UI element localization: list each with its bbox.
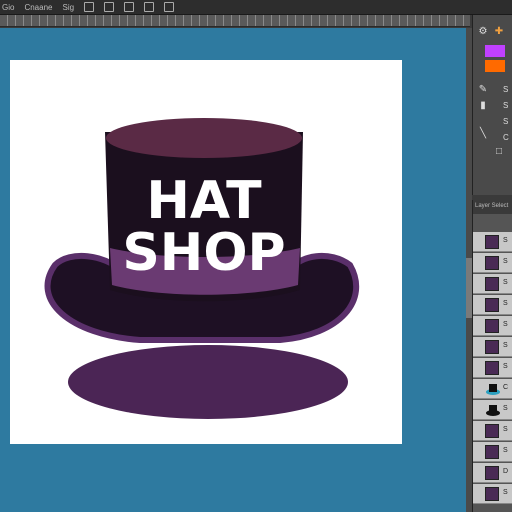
layer-row[interactable]: C bbox=[473, 379, 512, 399]
layer-row[interactable]: D bbox=[473, 463, 512, 483]
pen-icon[interactable]: ✎ bbox=[477, 83, 489, 95]
layer-label: C bbox=[503, 384, 509, 391]
hat-logo-illustration: HAT SHOP bbox=[44, 118, 360, 419]
layer-row[interactable]: S bbox=[473, 253, 512, 273]
layers-header: Layer Select bbox=[473, 200, 512, 214]
settings-icon[interactable]: ⚙ bbox=[477, 25, 489, 37]
layer-row[interactable]: S bbox=[473, 400, 512, 420]
layer-thumbnail bbox=[485, 277, 499, 291]
tool-label-1: S bbox=[503, 85, 509, 94]
horizontal-ruler bbox=[0, 15, 470, 26]
color-swatch-orange[interactable] bbox=[485, 60, 505, 72]
layer-label: S bbox=[503, 300, 508, 307]
layer-label: S bbox=[503, 258, 508, 265]
brush-icon[interactable]: ▮ bbox=[477, 99, 489, 111]
menu-item-1[interactable]: Gio bbox=[2, 3, 14, 12]
tool-label-4: C bbox=[503, 133, 509, 142]
square-icon[interactable]: □ bbox=[493, 145, 505, 157]
hat-top bbox=[106, 118, 302, 158]
layer-label: S bbox=[503, 279, 508, 286]
layer-thumbnail bbox=[485, 298, 499, 312]
hat-layer-icon bbox=[486, 405, 500, 416]
color-swatch-purple[interactable] bbox=[485, 45, 505, 57]
ruler-bar bbox=[0, 15, 470, 27]
menu-item-3[interactable]: Sig bbox=[62, 3, 74, 12]
menu-item-2[interactable]: Cnaane bbox=[24, 3, 52, 12]
artboard[interactable]: HAT SHOP bbox=[10, 60, 402, 444]
layers-panel: Layer Select S S S S S S S C S S S D S bbox=[472, 200, 512, 512]
layer-label: D bbox=[503, 468, 509, 475]
layer-label: S bbox=[503, 321, 508, 328]
crosshair-icon[interactable]: ✚ bbox=[493, 25, 505, 37]
layer-label: S bbox=[503, 426, 508, 433]
layer-row[interactable]: S bbox=[473, 421, 512, 441]
toolbar-icon-3[interactable] bbox=[124, 2, 135, 12]
toolbar-icon-4[interactable] bbox=[144, 2, 155, 12]
layer-label: S bbox=[503, 447, 508, 454]
layer-thumbnail bbox=[485, 319, 499, 333]
layer-row[interactable]: S bbox=[473, 316, 512, 336]
layer-thumbnail bbox=[485, 361, 499, 375]
toolbar-icon-5[interactable] bbox=[164, 2, 175, 12]
line-tool-icon[interactable]: ╲ bbox=[477, 127, 489, 139]
layer-thumbnail bbox=[485, 487, 499, 501]
hat-text-line1: HAT bbox=[146, 171, 262, 231]
layer-thumbnail bbox=[485, 235, 499, 249]
hat-layer-icon bbox=[486, 384, 500, 395]
layer-thumbnail bbox=[485, 466, 499, 480]
layer-label: S bbox=[503, 363, 508, 370]
layer-label: S bbox=[503, 237, 508, 244]
layer-thumbnail bbox=[485, 256, 499, 270]
layer-row[interactable]: S bbox=[473, 484, 512, 504]
toolbar-icon-2[interactable] bbox=[104, 2, 115, 12]
layer-row[interactable]: S bbox=[473, 442, 512, 462]
tool-label-2: S bbox=[503, 101, 509, 110]
hat-text-line2: SHOP bbox=[122, 223, 285, 283]
layer-row[interactable]: S bbox=[473, 337, 512, 357]
layer-row[interactable]: S bbox=[473, 232, 512, 252]
toolbar-icon-1[interactable] bbox=[84, 2, 95, 12]
layer-thumbnail bbox=[485, 445, 499, 459]
layer-row[interactable]: S bbox=[473, 274, 512, 294]
layer-label: S bbox=[503, 405, 508, 412]
tools-panel: ⚙ ✚ ✎ S ▮ S S ╲ C □ bbox=[472, 15, 512, 195]
layer-label: S bbox=[503, 342, 508, 349]
layer-row[interactable]: S bbox=[473, 358, 512, 378]
layer-row[interactable]: S bbox=[473, 295, 512, 315]
layer-thumbnail bbox=[485, 340, 499, 354]
canvas-workspace[interactable]: HAT SHOP bbox=[0, 28, 466, 512]
layer-label: S bbox=[503, 489, 508, 496]
menu-bar: Gio Cnaane Sig bbox=[0, 0, 512, 15]
hat-shadow bbox=[68, 345, 348, 419]
tool-label-3: S bbox=[503, 117, 509, 126]
layer-thumbnail bbox=[485, 424, 499, 438]
